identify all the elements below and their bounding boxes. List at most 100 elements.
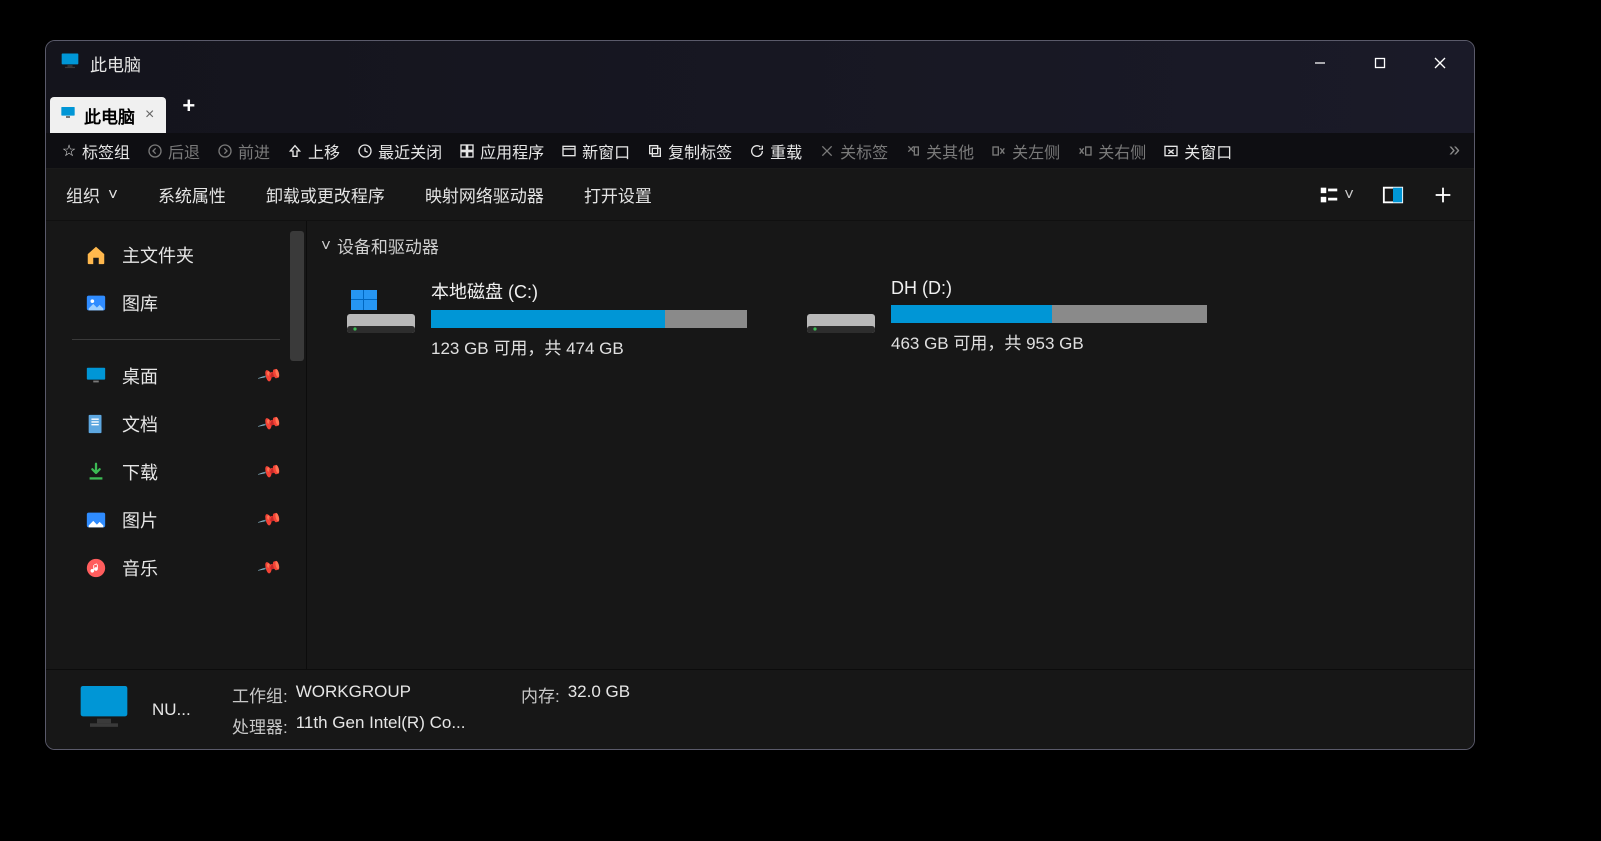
- drive-item[interactable]: DH (D:) 463 GB 可用，共 953 GB: [801, 274, 1221, 363]
- sidebar-item-desktop[interactable]: 桌面 📌: [46, 352, 306, 400]
- forward-icon: [216, 142, 234, 160]
- section-devices-drives[interactable]: ˅ 设备和驱动器: [321, 233, 1458, 258]
- gallery-icon: [84, 291, 108, 315]
- home-icon: [84, 243, 108, 267]
- sidebar-item-documents[interactable]: 文档 📌: [46, 400, 306, 448]
- status-cpu-value: 11th Gen Intel(R) Co...: [296, 713, 466, 738]
- copy-icon: [646, 142, 664, 160]
- sidebar-item-downloads[interactable]: 下载 📌: [46, 448, 306, 496]
- close-left-button[interactable]: 关左侧: [984, 136, 1066, 166]
- status-memory-label: 内存:: [521, 682, 560, 707]
- window-controls: [1290, 41, 1470, 85]
- new-tab-button[interactable]: +: [172, 89, 205, 123]
- downloads-icon: [84, 460, 108, 484]
- explorer-window: 此电脑 此电脑 × + ☆标签组 后退 前进 上移 最近关闭 应用程序 新窗口 …: [45, 40, 1475, 750]
- divider: [72, 339, 280, 340]
- close-icon[interactable]: ×: [143, 106, 156, 124]
- open-settings-button[interactable]: 打开设置: [584, 182, 652, 207]
- view-mode-button[interactable]: ˅: [1318, 184, 1354, 206]
- pin-icon: 📌: [256, 362, 283, 389]
- drive-usage-bar: [431, 310, 747, 328]
- preview-pane-button[interactable]: [1382, 184, 1404, 206]
- reload-icon: [748, 142, 766, 160]
- drive-name: 本地磁盘 (C:): [431, 278, 757, 304]
- status-workgroup-value: WORKGROUP: [296, 682, 411, 707]
- music-icon: [84, 556, 108, 580]
- clock-icon: [356, 142, 374, 160]
- pictures-icon: [84, 508, 108, 532]
- close-other-button[interactable]: 关其他: [898, 136, 980, 166]
- preview-pane-icon: [1382, 184, 1404, 206]
- hdd-icon: [345, 278, 417, 336]
- tab-label: 此电脑: [84, 103, 135, 128]
- pin-icon: 📌: [256, 410, 283, 437]
- status-computer-name: NU...: [152, 700, 212, 720]
- map-drive-button[interactable]: 映射网络驱动器: [425, 182, 544, 207]
- sidebar-item-home[interactable]: 主文件夹: [46, 231, 306, 279]
- close-left-icon: [990, 142, 1008, 160]
- x-icon: [818, 142, 836, 160]
- chevron-down-icon: ˅: [108, 185, 118, 205]
- tab-bar: 此电脑 × +: [46, 85, 1474, 133]
- drive-status: 463 GB 可用，共 953 GB: [891, 329, 1217, 354]
- navigation-sidebar: 主文件夹 图库 桌面 📌 文档 📌 下载 📌: [46, 221, 306, 669]
- bookmark-group-button[interactable]: ☆标签组: [54, 136, 136, 166]
- monitor-icon: [60, 51, 80, 76]
- chevron-down-icon: ˅: [321, 236, 331, 256]
- pin-icon: 📌: [256, 506, 283, 533]
- window-icon: [560, 142, 578, 160]
- command-bar: 组织˅ 系统属性 卸载或更改程序 映射网络驱动器 打开设置 ˅: [46, 169, 1474, 221]
- back-button[interactable]: 后退: [140, 136, 206, 166]
- uninstall-programs-button[interactable]: 卸载或更改程序: [266, 182, 385, 207]
- pin-icon: 📌: [256, 554, 283, 581]
- drive-item[interactable]: 本地磁盘 (C:) 123 GB 可用，共 474 GB: [341, 274, 761, 363]
- close-window-button[interactable]: 关窗口: [1156, 136, 1238, 166]
- window-title: 此电脑: [90, 51, 141, 76]
- organize-menu[interactable]: 组织˅: [66, 182, 118, 207]
- minimize-button[interactable]: [1290, 41, 1350, 85]
- drive-usage-bar: [891, 305, 1207, 323]
- drives-list: 本地磁盘 (C:) 123 GB 可用，共 474 GB DH (D:) 463…: [341, 274, 1458, 363]
- sidebar-scrollbar[interactable]: [290, 231, 304, 361]
- list-view-icon: [1318, 184, 1340, 206]
- desktop-icon: [84, 364, 108, 388]
- sidebar-item-gallery[interactable]: 图库: [46, 279, 306, 327]
- apps-button[interactable]: 应用程序: [452, 136, 550, 166]
- documents-icon: [84, 412, 108, 436]
- action-toolbar: ☆标签组 后退 前进 上移 最近关闭 应用程序 新窗口 复制标签 重载 关标签 …: [46, 133, 1474, 169]
- body-area: 主文件夹 图库 桌面 📌 文档 📌 下载 📌: [46, 221, 1474, 669]
- chevron-down-icon: ˅: [1344, 185, 1354, 205]
- sidebar-item-music[interactable]: 音乐 📌: [46, 544, 306, 592]
- status-cpu-label: 处理器:: [232, 713, 288, 738]
- titlebar: 此电脑: [46, 41, 1474, 85]
- star-icon: ☆: [60, 142, 78, 160]
- status-bar: NU... 工作组: WORKGROUP 内存: 32.0 GB 处理器: 11th …: [46, 669, 1474, 749]
- close-button[interactable]: [1410, 41, 1470, 85]
- recent-closed-button[interactable]: 最近关闭: [350, 136, 448, 166]
- new-window-button[interactable]: 新窗口: [554, 136, 636, 166]
- system-properties-button[interactable]: 系统属性: [158, 182, 226, 207]
- duplicate-tab-button[interactable]: 复制标签: [640, 136, 738, 166]
- close-right-button[interactable]: 关右侧: [1070, 136, 1152, 166]
- close-tab-button[interactable]: 关标签: [812, 136, 894, 166]
- drive-name: DH (D:): [891, 278, 1217, 299]
- tab-thispc[interactable]: 此电脑 ×: [50, 97, 166, 133]
- monitor-icon: [60, 105, 76, 126]
- content-pane: ˅ 设备和驱动器 本地磁盘 (C:) 123 GB 可用，共 474 GB: [306, 221, 1474, 669]
- drive-status: 123 GB 可用，共 474 GB: [431, 334, 757, 359]
- plus-icon: [1432, 184, 1454, 206]
- close-window-icon: [1162, 142, 1180, 160]
- hdd-icon: [805, 278, 877, 336]
- up-icon: [286, 142, 304, 160]
- back-icon: [146, 142, 164, 160]
- toolbar-overflow-button[interactable]: »: [1443, 139, 1466, 162]
- forward-button[interactable]: 前进: [210, 136, 276, 166]
- add-button[interactable]: [1432, 184, 1454, 206]
- status-memory-value: 32.0 GB: [568, 682, 630, 707]
- reload-button[interactable]: 重载: [742, 136, 808, 166]
- windows-icon: [458, 142, 476, 160]
- status-workgroup-label: 工作组:: [232, 682, 288, 707]
- sidebar-item-pictures[interactable]: 图片 📌: [46, 496, 306, 544]
- up-button[interactable]: 上移: [280, 136, 346, 166]
- maximize-button[interactable]: [1350, 41, 1410, 85]
